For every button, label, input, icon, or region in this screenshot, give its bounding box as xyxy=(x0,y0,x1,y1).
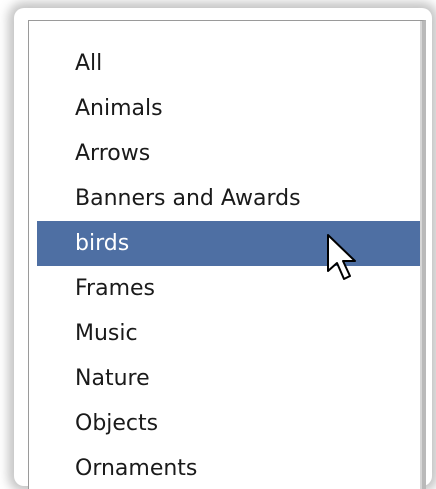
dropdown-item-objects[interactable]: Objects xyxy=(29,401,422,446)
screen: All Animals Arrows Banners and Awards bi… xyxy=(0,0,436,489)
dropdown-item-music[interactable]: Music xyxy=(29,311,422,356)
dropdown-items: All Animals Arrows Banners and Awards bi… xyxy=(29,41,422,489)
dropdown-item-banners-and-awards[interactable]: Banners and Awards xyxy=(29,176,422,221)
dropdown-item-arrows[interactable]: Arrows xyxy=(29,131,422,176)
dropdown-item-ornaments[interactable]: Ornaments xyxy=(29,446,422,489)
dropdown-item-nature[interactable]: Nature xyxy=(29,356,422,401)
dropdown-item-birds[interactable]: birds xyxy=(37,221,420,266)
dropdown-item-frames[interactable]: Frames xyxy=(29,266,422,311)
dropdown-item-animals[interactable]: Animals xyxy=(29,86,422,131)
category-dropdown-list[interactable]: All Animals Arrows Banners and Awards bi… xyxy=(28,20,426,489)
dropdown-item-all[interactable]: All xyxy=(29,41,422,86)
